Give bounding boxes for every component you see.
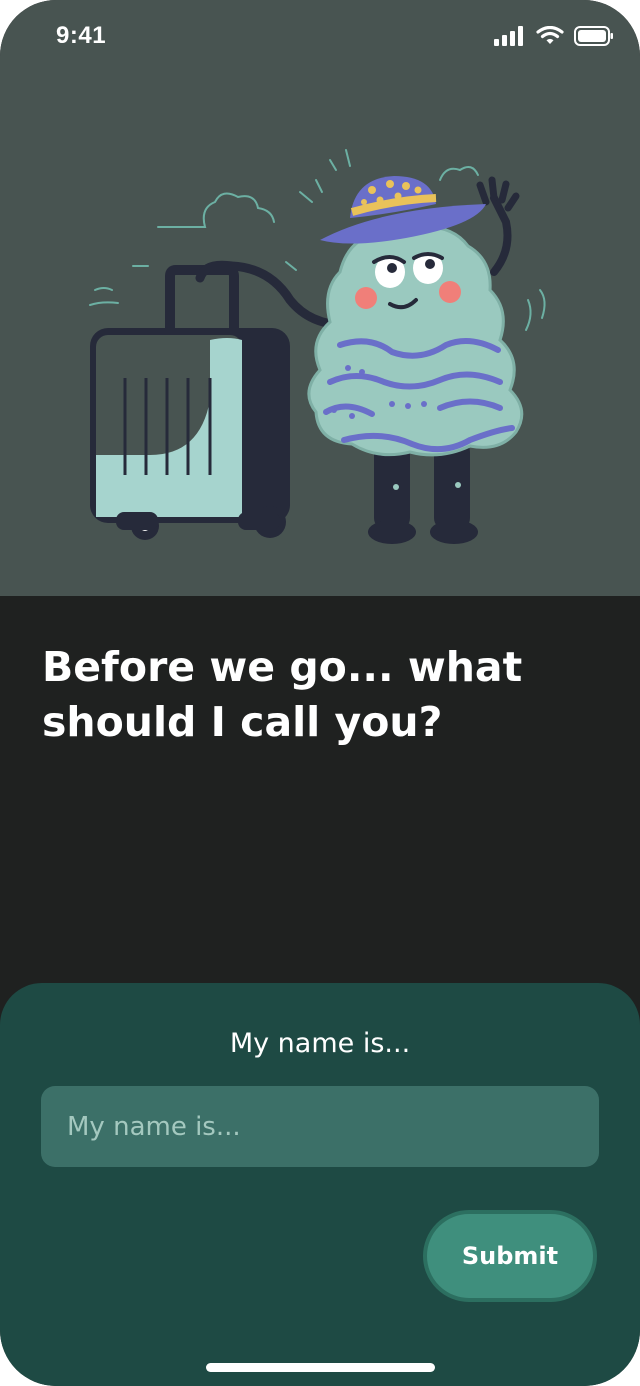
cellular-signal-icon — [494, 26, 523, 46]
character-with-suitcase-illustration — [89, 149, 546, 544]
battery-icon — [574, 26, 613, 46]
status-icons — [494, 26, 614, 46]
hero-section: 9:41 — [0, 0, 640, 596]
suitcase — [90, 265, 290, 540]
phone-screen: 9:41 Before we go... what should I call … — [0, 0, 640, 1386]
submit-button[interactable]: Submit — [423, 1210, 597, 1302]
home-indicator — [206, 1363, 435, 1372]
page-title: Before we go... what should I call you? — [42, 643, 523, 746]
wifi-icon — [536, 26, 564, 44]
status-bar: 9:41 — [0, 0, 640, 80]
status-time: 9:41 — [56, 22, 107, 49]
name-field-label: My name is... — [229, 1028, 411, 1059]
name-input[interactable] — [41, 1086, 599, 1167]
character-hat — [320, 176, 486, 244]
